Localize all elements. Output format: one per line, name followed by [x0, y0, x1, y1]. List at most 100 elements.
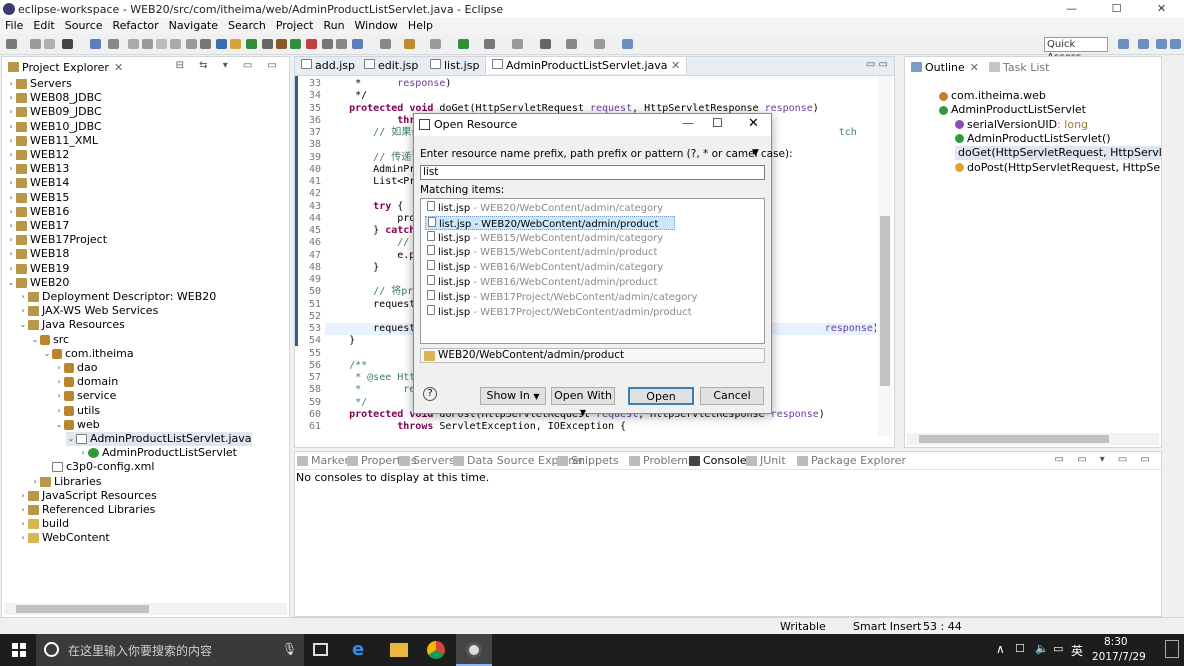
chevron-right-icon[interactable]: › [78, 446, 88, 460]
editor-tab[interactable]: AdminProductListServlet.java ✕ [486, 57, 688, 74]
code-line[interactable]: produ [325, 213, 427, 225]
menu-item[interactable]: Run [318, 18, 349, 34]
cancel-button[interactable]: Cancel [700, 387, 764, 405]
tree-item[interactable]: › WEB14 [6, 176, 69, 190]
chevron-right-icon[interactable]: › [6, 176, 16, 190]
resource-search-input[interactable]: list [420, 165, 765, 180]
toolbar-icon[interactable] [430, 39, 441, 49]
chevron-right-icon[interactable]: › [54, 361, 64, 375]
tree-item[interactable]: › WEB08_JDBC [6, 91, 101, 105]
bottom-tab[interactable]: Snippets [557, 453, 619, 469]
chevron-right-icon[interactable]: › [18, 503, 28, 517]
chevron-right-icon[interactable]: › [6, 120, 16, 134]
tree-item[interactable]: › WebContent [18, 531, 109, 545]
volume-icon[interactable]: 🔈 [1035, 642, 1049, 655]
code-line[interactable]: throws ServletException, IOException { [325, 421, 626, 433]
outline-item[interactable]: doGet(HttpServletRequest, HttpServletRes… [955, 146, 1161, 161]
dialog-minimize-button[interactable]: — [682, 116, 694, 130]
dialog-close-button[interactable]: ✕ [748, 116, 759, 131]
toolbar-icon[interactable] [458, 39, 469, 49]
chevron-down-icon[interactable]: ⌄ [6, 276, 16, 290]
tree-item[interactable]: › WEB10_JDBC [6, 120, 101, 134]
minimize-button[interactable]: — [1049, 0, 1094, 18]
match-item[interactable]: list.jsp - WEB16/WebContent/admin/produc… [425, 275, 657, 289]
toolbar-icon[interactable] [6, 39, 17, 49]
code-line[interactable]: * @see HttpS [325, 372, 427, 384]
dialog-maximize-button[interactable]: ☐ [712, 116, 723, 130]
close-button[interactable]: ✕ [1139, 0, 1184, 18]
toolbar-icon[interactable] [44, 39, 55, 49]
perspective-icon[interactable] [1118, 39, 1129, 49]
perspective-icon[interactable] [1170, 39, 1181, 49]
code-line[interactable]: // 传递请 [325, 152, 421, 164]
toolbar-icon[interactable] [276, 39, 287, 49]
tree-item[interactable]: c3p0-config.xml [42, 460, 154, 474]
chevron-right-icon[interactable]: › [6, 219, 16, 233]
chevron-down-icon[interactable]: ⌄ [54, 418, 64, 432]
tray-chevron-icon[interactable]: ∧ [996, 642, 1005, 656]
vertical-scrollbar[interactable] [878, 76, 892, 436]
toolbar-icon[interactable] [512, 39, 523, 49]
scrollbar-thumb[interactable] [919, 435, 1109, 443]
edge-icon[interactable]: e [352, 639, 364, 660]
tree-item[interactable]: ⌄ web [54, 418, 100, 432]
tree-item[interactable]: › WEB18 [6, 247, 69, 261]
menu-item[interactable]: Window [350, 18, 403, 34]
toolbar-icon[interactable] [108, 39, 119, 49]
toolbar-icon[interactable] [352, 39, 363, 49]
code-line[interactable]: } [325, 262, 379, 274]
chevron-right-icon[interactable]: › [18, 489, 28, 503]
match-item[interactable]: list.jsp - WEB15/WebContent/admin/catego… [425, 230, 663, 245]
toolbar-icon[interactable] [246, 39, 257, 49]
tree-item[interactable]: › Referenced Libraries [18, 503, 155, 517]
show-in-button[interactable]: Show In ▼ [480, 387, 546, 405]
toolbar-icon[interactable] [380, 39, 391, 49]
chevron-right-icon[interactable]: › [18, 517, 28, 531]
tree-item[interactable]: › AdminProductListServlet [78, 446, 237, 460]
code-line[interactable]: try { [325, 201, 403, 213]
menu-item[interactable]: Search [223, 18, 271, 34]
editor-tab[interactable]: edit.jsp [358, 57, 426, 74]
match-item[interactable]: list.jsp - WEB15/WebContent/admin/produc… [425, 245, 657, 259]
code-line[interactable]: throw [325, 115, 427, 127]
outline-item[interactable]: AdminProductListServlet [939, 103, 1086, 117]
code-line[interactable]: * response) [325, 78, 451, 90]
help-icon[interactable]: ? [423, 387, 437, 401]
chevron-right-icon[interactable]: › [6, 148, 16, 162]
toolbar-icon[interactable] [230, 39, 241, 49]
tree-item[interactable]: › WEB19 [6, 262, 69, 276]
outline-item[interactable]: com.itheima.web [939, 89, 1046, 103]
editor-tab[interactable]: add.jsp [295, 57, 362, 74]
open-with-button[interactable]: Open With ▼ [551, 387, 615, 417]
tree-item[interactable]: › dao [54, 361, 97, 375]
chevron-right-icon[interactable]: › [6, 162, 16, 176]
code-line[interactable]: */ [325, 90, 367, 102]
toolbar-icon[interactable] [170, 39, 181, 49]
menu-item[interactable]: Help [403, 18, 438, 34]
tree-item[interactable]: ⌄ Java Resources [18, 318, 125, 332]
tree-item[interactable]: › WEB17 [6, 219, 69, 233]
perspective-icon[interactable] [1156, 39, 1167, 49]
menu-item[interactable]: Project [271, 18, 319, 34]
tree-item[interactable]: › utils [54, 404, 100, 418]
toolbar-icon[interactable] [156, 39, 167, 49]
tree-item[interactable]: › build [18, 517, 69, 531]
toolbar-icon[interactable] [484, 39, 495, 49]
toolbar-icon[interactable] [540, 39, 551, 49]
menu-item[interactable]: Edit [28, 18, 59, 34]
code-line[interactable]: // TO [325, 237, 427, 249]
chevron-right-icon[interactable]: › [18, 290, 28, 304]
editor-view-buttons[interactable]: ▭ ▭ [866, 59, 888, 70]
chevron-right-icon[interactable]: › [6, 233, 16, 247]
tree-item[interactable]: › service [54, 389, 116, 403]
tree-item[interactable]: › WEB13 [6, 162, 69, 176]
chevron-right-icon[interactable]: › [54, 389, 64, 403]
tree-item[interactable]: › Servers [6, 77, 71, 91]
task-view-icon[interactable] [313, 643, 328, 656]
code-line[interactable]: List<Prod [325, 176, 427, 188]
tree-item[interactable]: ⌄ src [30, 333, 69, 347]
toolbar-icon[interactable] [128, 39, 139, 49]
scrollbar-thumb[interactable] [880, 216, 890, 386]
close-icon[interactable]: ✕ [114, 61, 123, 74]
outline-item[interactable]: AdminProductListServlet() [955, 132, 1111, 146]
